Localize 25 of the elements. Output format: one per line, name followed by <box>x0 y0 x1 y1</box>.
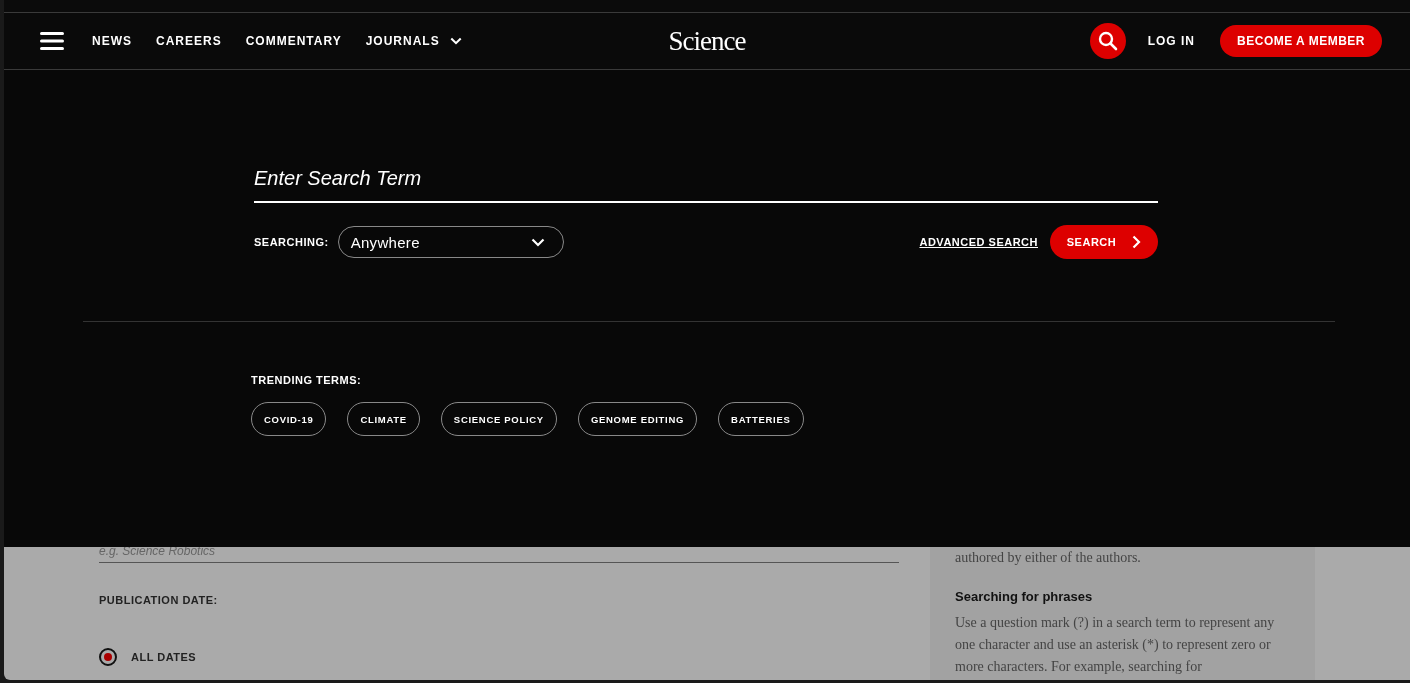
help-heading: Searching for phrases <box>955 589 1094 604</box>
chevron-right-icon <box>1132 235 1142 249</box>
help-text: authored by either of the authors. <box>955 549 1142 567</box>
login-link[interactable]: LOG IN <box>1147 34 1196 48</box>
radio-button[interactable] <box>99 648 117 666</box>
site-logo[interactable]: Science <box>668 25 746 57</box>
searching-label: SEARCHING: <box>254 236 329 248</box>
publication-date-label: PUBLICATION DATE: <box>99 594 219 606</box>
chevron-down-icon <box>449 37 462 45</box>
nav-link[interactable]: CAREERS <box>156 34 222 48</box>
become-member-button[interactable]: BECOME A MEMBER <box>1220 25 1382 57</box>
trending-terms-label: TRENDING TERMS: <box>251 374 363 386</box>
help-paragraph: Use a question mark (?) in a search term to represent any one character and use an asterisk (*) to represent zero or more characters. For example, searching for <box>955 614 1276 676</box>
nav-link[interactable]: COMMENTARY <box>245 34 342 48</box>
nav-link[interactable]: NEWS <box>92 34 132 48</box>
search-button[interactable] <box>1089 23 1126 59</box>
menu-icon[interactable] <box>40 32 64 50</box>
search-input-field[interactable]: Enter Search Term <box>254 155 1158 203</box>
advanced-search-link[interactable]: ADVANCED SEARCH <box>919 236 1038 248</box>
chevron-down-icon <box>530 237 545 247</box>
search-submit-button[interactable]: SEARCH <box>1050 225 1158 259</box>
search-icon <box>1097 31 1118 51</box>
radio-label: ALL DATES <box>131 651 197 663</box>
trending-term-chip[interactable]: CLIMATE <box>347 402 420 436</box>
nav-dropdown[interactable]: JOURNALS <box>365 34 462 48</box>
